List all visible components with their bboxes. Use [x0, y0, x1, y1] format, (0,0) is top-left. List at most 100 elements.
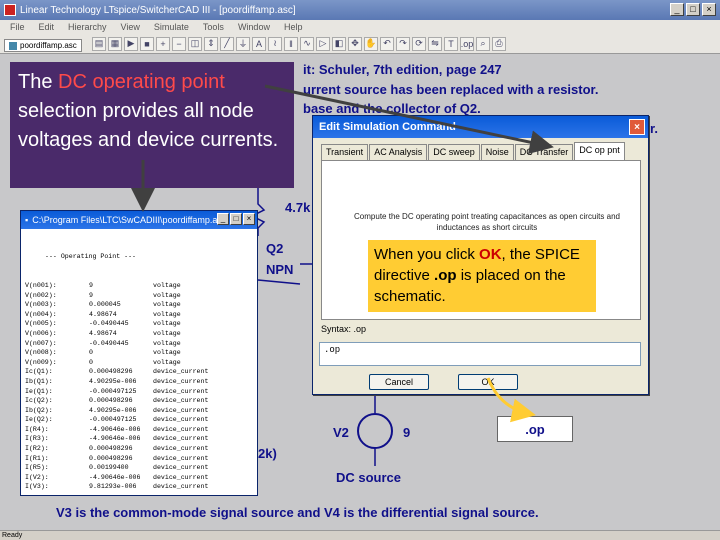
output-maximize-icon[interactable]: □	[230, 213, 242, 225]
output-row-kind: voltage	[153, 339, 181, 347]
output-row: V(n009): 0 voltage	[25, 358, 253, 368]
dialog-close-icon[interactable]: ×	[629, 119, 645, 135]
tip-ok: OK	[479, 246, 502, 263]
output-row-value: -0.000497125	[89, 416, 137, 424]
output-row-value: 9	[89, 291, 93, 299]
output-row-name: I(R3):	[25, 435, 49, 443]
output-row-value: -0.0490445	[89, 320, 129, 328]
output-row-kind: device_current	[153, 416, 209, 424]
output-row: V(n002): 9 voltage	[25, 291, 253, 301]
output-row: I(R1): 0.000498296 device_current	[25, 454, 253, 464]
output-row-value: 4.98674	[89, 310, 117, 318]
output-row-value: 9	[89, 281, 93, 289]
dialog-title-bar[interactable]: Edit Simulation Command ×	[313, 116, 648, 138]
output-row-kind: voltage	[153, 349, 181, 357]
output-window-title-bar[interactable]: ▪ C:\Program Files\LTC\SwCADIII\poordiff…	[21, 211, 257, 229]
output-row-name: I(R5):	[25, 464, 49, 472]
output-row-name: Ib(Q2):	[25, 406, 53, 414]
output-row-name: V(n004):	[25, 310, 57, 318]
output-row-kind: device_current	[153, 368, 209, 376]
syntax-input[interactable]: .op	[319, 342, 641, 366]
callout-prefix: The	[18, 71, 59, 93]
output-row: V(n006): 4.98674 voltage	[25, 329, 253, 339]
output-row-value: 0.000498296	[89, 397, 133, 405]
output-row: V(n005): -0.0490445 voltage	[25, 319, 253, 329]
status-bar: Ready	[0, 530, 720, 540]
output-window-title: C:\Program Files\LTC\SwCADIII\poordiffam…	[32, 215, 227, 225]
output-row-kind: device_current	[153, 483, 209, 491]
output-row-kind: device_current	[153, 464, 209, 472]
output-row-name: V(n003):	[25, 301, 57, 309]
tab-dc-transfer[interactable]: DC Transfer	[514, 144, 574, 160]
analysis-tabs: Transient AC Analysis DC sweep Noise DC …	[321, 142, 625, 160]
output-minimize-icon[interactable]: _	[217, 213, 229, 225]
output-row: V(n001): 9 voltage	[25, 281, 253, 291]
output-row: I(V2): -4.90646e-006 device_current	[25, 473, 253, 483]
output-row: I(V3): 9.81293e-006 device_current	[25, 482, 253, 492]
dc-op-callout: The DC operating point selection provide…	[10, 62, 294, 188]
output-row-name: I(V2):	[25, 473, 49, 481]
output-row-value: -4.90646e-006	[89, 425, 141, 433]
output-row-name: V(n006):	[25, 329, 57, 337]
output-row: Ie(Q2): -0.000497125 device_current	[25, 415, 253, 425]
output-row: Ib(Q2): 4.90295e-006 device_current	[25, 406, 253, 416]
output-row: I(R4): -4.90646e-006 device_current	[25, 425, 253, 435]
operating-point-heading: --- Operating Point ---	[45, 253, 137, 261]
output-row-name: V(n008):	[25, 349, 57, 357]
output-row: V(n003): 0.000045 voltage	[25, 300, 253, 310]
output-row-value: 0.000498296	[89, 454, 133, 462]
output-row-name: V(n001):	[25, 281, 57, 289]
output-row-value: 0	[89, 349, 93, 357]
output-row-value: 0.000045	[89, 301, 121, 309]
tip-prefix: When you click	[374, 246, 480, 263]
cancel-button[interactable]: Cancel	[369, 374, 429, 390]
output-row-name: Ic(Q1):	[25, 368, 53, 376]
output-row-kind: voltage	[153, 310, 181, 318]
operating-point-output-window[interactable]: ▪ C:\Program Files\LTC\SwCADIII\poordiff…	[20, 210, 258, 496]
output-row-value: 0.00199400	[89, 492, 153, 493]
output-row-kind: device_current	[153, 397, 209, 405]
output-row-value: -0.000497125	[89, 387, 137, 395]
output-row: V(n007): -0.0490445 voltage	[25, 339, 253, 349]
tab-noise[interactable]: Noise	[480, 144, 514, 160]
output-row-kind: device_current	[153, 406, 209, 414]
output-row-kind: device_current	[153, 454, 209, 462]
output-row-name: V(n002):	[25, 291, 57, 299]
output-row-name: Ie(Q2):	[25, 416, 53, 424]
output-row-value: -0.0490445	[89, 339, 129, 347]
tab-dc-sweep[interactable]: DC sweep	[428, 144, 480, 160]
tab-dc-op-pnt[interactable]: DC op pnt	[574, 142, 625, 160]
output-row-name: I(R1):	[25, 454, 49, 462]
syntax-label: Syntax: .op	[321, 324, 367, 334]
output-row-kind: device_current	[153, 377, 209, 385]
output-row-value: 0.00199400	[89, 464, 129, 472]
output-row: Ic(Q2): 0.000498296 device_current	[25, 396, 253, 406]
output-row-value: 9.81293e-006	[89, 483, 137, 491]
output-window-icon: ▪	[25, 215, 29, 225]
output-row-kind: device_current	[153, 445, 209, 453]
callout-highlight: DC operating point	[58, 71, 225, 93]
output-row-value: -4.90646e-006	[89, 435, 141, 443]
output-row: I(R5): 0.00199400 device_current	[25, 463, 253, 473]
ok-button[interactable]: OK	[458, 374, 518, 390]
output-row-name: V(n007):	[25, 339, 57, 347]
output-row-kind: voltage	[153, 301, 181, 309]
output-close-icon[interactable]: ×	[243, 213, 255, 225]
output-row-kind: voltage	[153, 291, 181, 299]
output-row: I(R2): 0.000498296 device_current	[25, 444, 253, 454]
output-row-kind: device_current	[153, 473, 209, 481]
dialog-title: Edit Simulation Command	[319, 121, 456, 133]
tab-transient[interactable]: Transient	[321, 144, 369, 160]
output-row-name: I(R4):	[25, 425, 49, 433]
output-row-value: 0	[89, 358, 93, 366]
operating-point-listing: --- Operating Point --- V(n001): 9 voltage…	[25, 233, 253, 493]
output-row-name: I(V4):	[25, 492, 89, 493]
output-row-kind: device_current	[153, 387, 209, 395]
dc-op-description: Compute the DC operating point treating …	[354, 212, 620, 232]
tab-ac-analysis[interactable]: AC Analysis	[369, 144, 428, 160]
output-row-value: 0.000498296	[89, 445, 133, 453]
output-row-kind: voltage	[153, 281, 181, 289]
output-row: V(n008): 0 voltage	[25, 348, 253, 358]
output-row-kind: voltage	[153, 358, 181, 366]
output-row-value: 4.90295e-006	[89, 377, 137, 385]
